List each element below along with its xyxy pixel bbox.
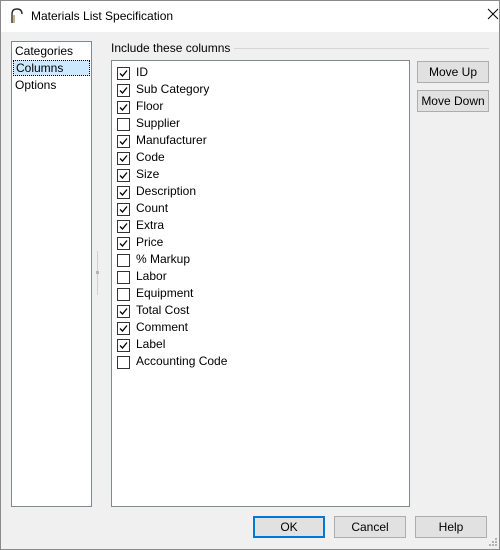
move-down-button[interactable]: Move Down	[417, 90, 489, 112]
group-divider	[219, 48, 489, 49]
column-checkbox[interactable]	[117, 84, 130, 97]
column-option-row[interactable]: Sub Category	[117, 81, 397, 98]
column-checkbox[interactable]	[117, 339, 130, 352]
checkmark-icon	[119, 342, 128, 349]
column-option-label: Supplier	[136, 116, 181, 130]
category-sidebar: Categories Columns Options	[11, 41, 92, 507]
column-option-label: ID	[136, 65, 148, 79]
column-checkbox[interactable]	[117, 271, 130, 284]
column-checkbox[interactable]	[117, 101, 130, 114]
column-option-label: Comment	[136, 320, 189, 334]
columns-checklist: ID Sub Category Floor Supplier Manufacturer C…	[111, 60, 410, 507]
pane-splitter[interactable]	[96, 251, 99, 295]
resize-grip-icon[interactable]	[488, 537, 498, 547]
sidebar-item-categories[interactable]: Categories	[14, 43, 89, 59]
column-option-label: Extra	[136, 218, 165, 232]
column-checkbox[interactable]	[117, 254, 130, 267]
column-option-label: Sub Category	[136, 82, 210, 96]
checkmark-icon	[119, 325, 128, 332]
checkmark-icon	[119, 308, 128, 315]
column-option-label: Accounting Code	[136, 354, 228, 368]
title-bar[interactable]: Materials List Specification	[1, 1, 499, 32]
sidebar-item-options[interactable]: Options	[14, 77, 89, 93]
column-checkbox[interactable]	[117, 322, 130, 335]
cancel-button[interactable]: Cancel	[334, 516, 406, 538]
column-option-row[interactable]: Label	[117, 336, 397, 353]
sidebar-item-columns[interactable]: Columns	[13, 60, 90, 76]
column-option-label: Total Cost	[136, 303, 190, 317]
column-option-label: Labor	[136, 269, 167, 283]
column-checkbox[interactable]	[117, 237, 130, 250]
column-checkbox[interactable]	[117, 186, 130, 199]
column-option-row[interactable]: Description	[117, 183, 397, 200]
column-option-label: Description	[136, 184, 197, 198]
columns-group-label: Include these columns	[111, 41, 235, 55]
column-option-row[interactable]: Code	[117, 149, 397, 166]
column-option-row[interactable]: Floor	[117, 98, 397, 115]
column-checkbox[interactable]	[117, 169, 130, 182]
column-option-label: Size	[136, 167, 160, 181]
checkmark-icon	[119, 240, 128, 247]
column-option-label: Manufacturer	[136, 133, 207, 147]
column-checkbox[interactable]	[117, 152, 130, 165]
splitter-grip-icon	[96, 271, 99, 274]
column-checkbox[interactable]	[117, 288, 130, 301]
column-option-label: Label	[136, 337, 166, 351]
column-option-row[interactable]: ID	[117, 64, 397, 81]
app-arch-icon	[11, 8, 23, 23]
column-checkbox[interactable]	[117, 203, 130, 216]
column-option-label: Code	[136, 150, 165, 164]
close-icon[interactable]	[486, 7, 500, 21]
window-title: Materials List Specification	[31, 9, 174, 23]
ok-button[interactable]: OK	[253, 516, 325, 538]
column-option-row[interactable]: Extra	[117, 217, 397, 234]
move-up-button[interactable]: Move Up	[417, 61, 489, 83]
column-checkbox[interactable]	[117, 356, 130, 369]
column-option-row[interactable]: Count	[117, 200, 397, 217]
column-option-label: Floor	[136, 99, 164, 113]
checkmark-icon	[119, 138, 128, 145]
checkmark-icon	[119, 155, 128, 162]
column-checkbox[interactable]	[117, 118, 130, 131]
column-option-row[interactable]: Equipment	[117, 285, 397, 302]
column-checkbox[interactable]	[117, 67, 130, 80]
column-option-row[interactable]: % Markup	[117, 251, 397, 268]
column-option-label: Equipment	[136, 286, 194, 300]
checkmark-icon	[119, 189, 128, 196]
column-checkbox[interactable]	[117, 305, 130, 318]
help-button[interactable]: Help	[415, 516, 487, 538]
checkmark-icon	[119, 172, 128, 179]
column-option-row[interactable]: Size	[117, 166, 397, 183]
column-option-row[interactable]: Total Cost	[117, 302, 397, 319]
column-option-row[interactable]: Manufacturer	[117, 132, 397, 149]
column-checkbox[interactable]	[117, 135, 130, 148]
dialog-window: Materials List Specification Categories …	[0, 0, 500, 550]
column-option-row[interactable]: Comment	[117, 319, 397, 336]
column-option-row[interactable]: Accounting Code	[117, 353, 397, 370]
column-option-label: % Markup	[136, 252, 191, 266]
column-checkbox[interactable]	[117, 220, 130, 233]
column-option-label: Price	[136, 235, 164, 249]
checkmark-icon	[119, 206, 128, 213]
checkmark-icon	[119, 104, 128, 111]
column-option-row[interactable]: Price	[117, 234, 397, 251]
checkmark-icon	[119, 70, 128, 77]
column-option-row[interactable]: Supplier	[117, 115, 397, 132]
column-option-row[interactable]: Labor	[117, 268, 397, 285]
column-option-label: Count	[136, 201, 169, 215]
checkmark-icon	[119, 223, 128, 230]
checkmark-icon	[119, 87, 128, 94]
